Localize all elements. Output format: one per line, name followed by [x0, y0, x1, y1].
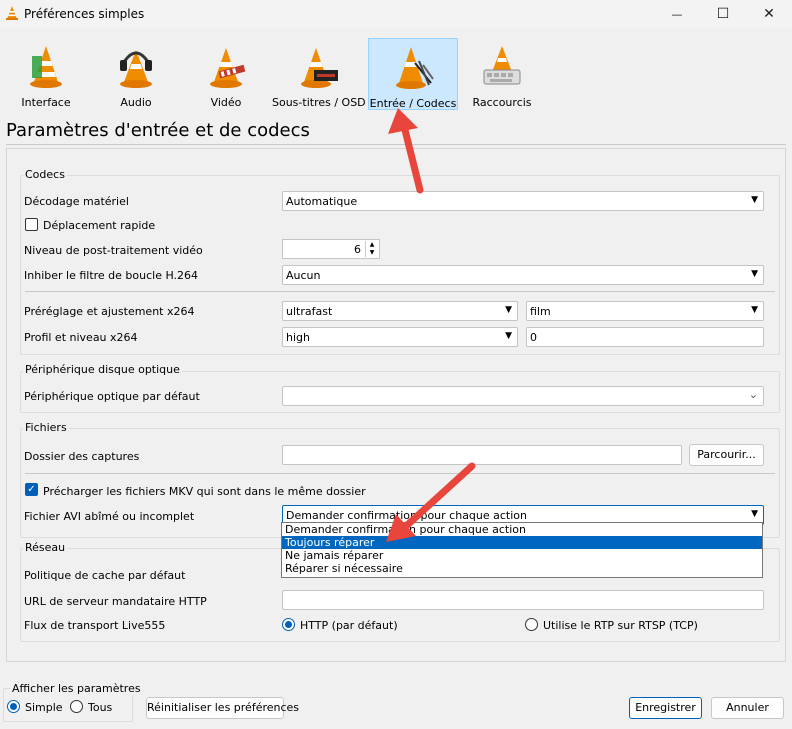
postproc-label: Niveau de post-traitement vidéo [24, 244, 203, 257]
avi-option-if-needed[interactable]: Réparer si nécessaire [282, 562, 762, 575]
tab-input-codecs[interactable]: Entrée / Codecs [368, 38, 458, 110]
x264-profile-select[interactable]: high ▼ [282, 327, 518, 347]
tab-subtitles-label: Sous-titres / OSD [272, 96, 366, 109]
tab-hotkeys[interactable]: Raccourcis [466, 38, 538, 110]
tab-input-codecs-label: Entrée / Codecs [369, 97, 457, 110]
fast-seek-label: Déplacement rapide [43, 219, 156, 232]
avi-label: Fichier AVI abîmé ou incomplet [24, 510, 195, 523]
mkv-preload-label: Précharger les fichiers MKV qui sont dan… [43, 485, 366, 498]
spin-arrows-icon[interactable]: ▲ ▼ [365, 241, 378, 257]
tab-interface-label: Interface [21, 96, 71, 109]
live555-label: Flux de transport Live555 [24, 619, 166, 632]
simple-radio-label: Simple [25, 701, 63, 714]
tab-subtitles-osd[interactable]: Sous-titres / OSD [272, 38, 366, 110]
reset-preferences-button[interactable]: Réinitialiser les préférences [146, 697, 299, 719]
postproc-spinbox[interactable]: 6 ▲ ▼ [282, 239, 380, 259]
hw-decoding-select[interactable]: Automatique ▼ [282, 191, 764, 211]
rtp-radio[interactable] [525, 618, 538, 631]
show-settings-label: Afficher les paramètres [10, 682, 143, 695]
http-radio[interactable] [282, 618, 295, 631]
window-title: Préférences simples [24, 7, 145, 21]
vlc-cone-icon [6, 6, 18, 20]
tab-audio-label: Audio [120, 96, 152, 109]
chevron-down-icon: ▼ [751, 305, 758, 315]
rtp-radio-label: Utilise le RTP sur RTSP (TCP) [543, 619, 698, 632]
chevron-down-icon: ▼ [505, 331, 512, 341]
x264-profile-label: Profil et niveau x264 [24, 331, 138, 344]
subtitles-cone-icon [301, 48, 338, 88]
postproc-value: 6 [354, 243, 361, 256]
x264-preset-value: ultrafast [286, 305, 333, 318]
tab-hotkeys-label: Raccourcis [472, 96, 532, 109]
proxy-label: URL de serveur mandataire HTTP [24, 595, 207, 608]
maximize-icon: ☐ [716, 6, 730, 22]
page-title: Paramètres d'entrée et de codecs [6, 120, 310, 141]
maximize-button[interactable]: ☐ [700, 0, 746, 28]
input-codecs-cone-icon [396, 47, 434, 89]
http-radio-label: HTTP (par défaut) [300, 619, 398, 632]
all-radio-label: Tous [88, 701, 113, 714]
chevron-down-icon: ▼ [751, 269, 758, 279]
optical-device-select[interactable]: ⌄ [282, 386, 764, 406]
cache-policy-label: Politique de cache par défaut [24, 569, 186, 582]
network-group-title: Réseau [23, 541, 68, 554]
settings-panel: Codecs Décodage matériel Automatique ▼ D… [6, 148, 786, 662]
x264-preset-select[interactable]: ultrafast ▼ [282, 301, 518, 321]
close-icon: ✕ [763, 6, 775, 22]
save-button[interactable]: Enregistrer [629, 697, 702, 719]
title-bar: Préférences simples — ☐ ✕ [0, 0, 792, 28]
hw-decoding-value: Automatique [286, 195, 358, 208]
x264-preset-label: Préréglage et ajustement x264 [24, 305, 195, 318]
fast-seek-checkbox[interactable] [25, 218, 38, 231]
avi-option-never[interactable]: Ne jamais réparer [282, 549, 762, 562]
avi-repair-value: Demander confirmation pour chaque action [286, 509, 528, 522]
codecs-group-title: Codecs [23, 168, 67, 181]
browse-button[interactable]: Parcourir... [689, 444, 764, 466]
files-divider [25, 473, 775, 474]
loop-filter-value: Aucun [286, 269, 321, 282]
tab-video-label: Vidéo [210, 96, 242, 109]
tab-interface[interactable]: Interface [10, 38, 82, 110]
loop-filter-select[interactable]: Aucun ▼ [282, 265, 764, 285]
chevron-down-icon: ▼ [751, 509, 758, 519]
cancel-button[interactable]: Annuler [711, 697, 784, 719]
files-group-title: Fichiers [23, 421, 69, 434]
x264-profile-value: high [286, 331, 310, 344]
captures-input[interactable] [282, 445, 682, 465]
hw-decoding-label: Décodage matériel [24, 195, 129, 208]
chevron-down-icon: ▼ [751, 195, 758, 205]
loop-filter-label: Inhiber le filtre de boucle H.264 [24, 269, 199, 282]
optical-default-label: Périphérique optique par défaut [24, 390, 200, 403]
x264-tune-value: film [530, 305, 551, 318]
checkmark-icon: ✓ [27, 484, 36, 495]
x264-level-input[interactable]: 0 [526, 327, 764, 347]
category-toolbar: Interface Audio Vidéo Sous-titres / OSD … [0, 30, 792, 112]
proxy-input[interactable] [282, 590, 764, 610]
chevron-down-icon: ⌄ [748, 388, 758, 401]
codecs-divider [25, 291, 775, 292]
title-divider [6, 144, 786, 145]
mkv-preload-checkbox[interactable]: ✓ [25, 483, 38, 496]
avi-repair-dropdown: Demander confirmation pour chaque action… [281, 522, 763, 578]
chevron-down-icon: ▼ [505, 305, 512, 315]
hotkeys-cone-icon [483, 46, 521, 85]
video-cone-icon [210, 48, 246, 88]
simple-radio[interactable] [7, 700, 20, 713]
x264-tune-select[interactable]: film ▼ [526, 301, 764, 321]
tab-video[interactable]: Vidéo [190, 38, 262, 110]
minimize-icon: — [671, 7, 683, 21]
tab-audio[interactable]: Audio [100, 38, 172, 110]
captures-label: Dossier des captures [24, 450, 140, 463]
minimize-button[interactable]: — [654, 0, 700, 28]
avi-option-ask[interactable]: Demander confirmation pour chaque action [282, 523, 762, 536]
close-button[interactable]: ✕ [746, 0, 792, 28]
x264-level-value: 0 [530, 331, 537, 344]
optical-group-title: Périphérique disque optique [23, 363, 182, 376]
audio-cone-icon [120, 50, 152, 88]
avi-option-always[interactable]: Toujours réparer [282, 536, 762, 549]
all-radio[interactable] [70, 700, 83, 713]
interface-cone-icon [30, 46, 62, 88]
